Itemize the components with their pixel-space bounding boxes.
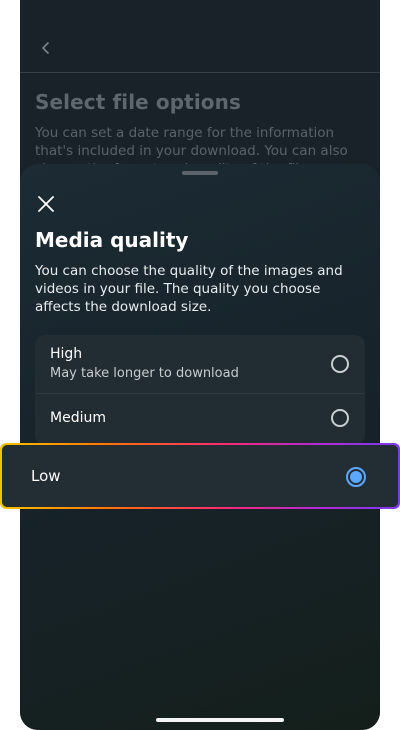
close-button[interactable]: [34, 192, 58, 216]
radio-selected-dot: [350, 471, 362, 483]
back-button[interactable]: [34, 36, 58, 60]
sheet-title: Media quality: [35, 228, 189, 252]
page-title: Select file options: [35, 90, 241, 114]
header-divider: [20, 72, 380, 73]
option-low[interactable]: Low: [2, 445, 398, 507]
home-indicator: [156, 718, 284, 722]
radio-button-low-selected[interactable]: [346, 467, 366, 487]
option-low-highlight: Low: [0, 443, 400, 509]
phone-screen: Select file options You can set a date r…: [20, 0, 380, 730]
option-medium[interactable]: Medium: [35, 393, 365, 445]
quality-options-list: High May take longer to download Medium: [35, 335, 365, 445]
sheet-grabber[interactable]: [182, 171, 218, 175]
option-label: Low: [31, 467, 61, 485]
close-icon: [38, 196, 54, 212]
radio-button-medium[interactable]: [331, 409, 349, 427]
sheet-description: You can choose the quality of the images…: [35, 263, 343, 315]
option-label: Medium: [50, 410, 106, 426]
radio-button-high[interactable]: [331, 355, 349, 373]
option-sublabel: May take longer to download: [50, 366, 239, 381]
option-high[interactable]: High May take longer to download: [35, 335, 365, 393]
chevron-left-icon: [42, 42, 49, 54]
option-label: High: [50, 346, 83, 362]
